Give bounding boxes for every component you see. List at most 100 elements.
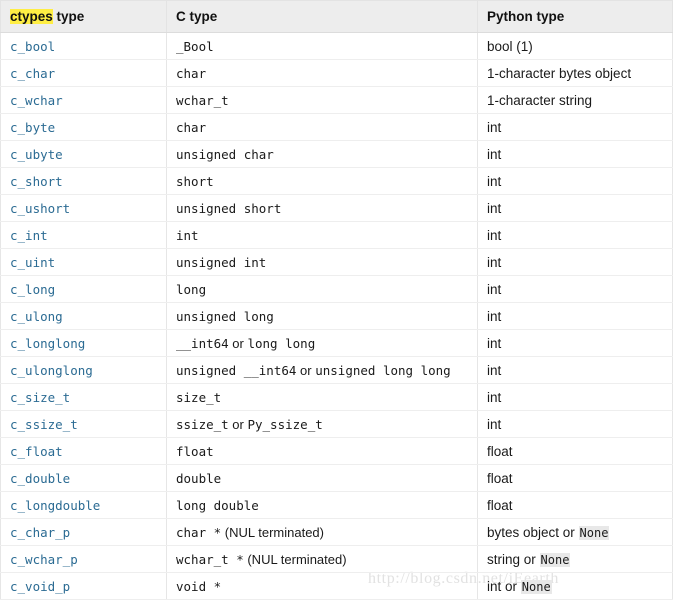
cell-ctypes-type: c_longdouble [0,491,167,519]
cell-python-type: int [477,356,673,384]
python-type-value: int [487,309,501,324]
ctypes-type-link[interactable]: c_long [10,282,55,297]
ctypes-type-link[interactable]: c_wchar [10,93,63,108]
python-type-fragment: int [487,119,502,135]
c-type-fragment: long [176,281,207,297]
cell-c-type: long double [166,491,478,519]
c-type-value: char [176,120,206,135]
c-type-fragment: unsigned char [176,146,274,162]
table-row: c_longlong __int64 or long long int [0,329,673,357]
cell-python-type: int [477,113,673,141]
python-type-fragment: bytes object or [487,524,579,540]
cell-ctypes-type: c_double [0,464,167,492]
c-type-value: long [176,282,206,297]
cell-ctypes-type: c_ubyte [0,140,167,168]
ctypes-type-link[interactable]: c_short [10,174,63,189]
cell-c-type: size_t [166,383,478,411]
ctypes-type-link[interactable]: c_size_t [10,390,70,405]
cell-c-type: unsigned long [166,302,478,330]
table-row: c_wchar wchar_t 1-character string [0,86,673,114]
cell-python-type: int [477,410,673,438]
cell-ctypes-type: c_ulong [0,302,167,330]
python-type-value: 1-character string [487,93,592,108]
ctypes-type-link[interactable]: c_float [10,444,63,459]
cell-python-type: int [477,275,673,303]
ctypes-type-link[interactable]: c_ssize_t [10,417,78,432]
cell-c-type: wchar_t [166,86,478,114]
c-type-fragment: unsigned int [176,254,267,270]
c-type-fragment: long double [176,497,259,513]
c-type-fragment: unsigned long long [315,362,451,378]
cell-ctypes-type: c_longlong [0,329,167,357]
c-type-fragment: double [176,470,222,486]
c-type-value: long double [176,498,259,513]
table-row: c_void_p void * int or None [0,572,673,600]
c-type-value: unsigned long [176,309,274,324]
cell-python-type: float [477,491,673,519]
python-type-value: float [487,444,513,459]
ctypes-type-link[interactable]: c_ubyte [10,147,63,162]
cell-c-type: unsigned short [166,194,478,222]
c-type-fragment: wchar_t [176,92,229,108]
ctypes-type-link[interactable]: c_uint [10,255,55,270]
ctypes-type-link[interactable]: c_double [10,471,70,486]
cell-python-type: int [477,194,673,222]
c-type-fragment: int [176,227,199,243]
c-type-fragment: unsigned long [176,308,274,324]
ctypes-type-link[interactable]: c_char [10,66,55,81]
c-type-value: wchar_t * (NUL terminated) [176,552,347,567]
python-type-value: int [487,120,501,135]
cell-ctypes-type: c_char [0,59,167,87]
ctypes-type-link[interactable]: c_char_p [10,525,70,540]
ctypes-type-link[interactable]: c_ushort [10,201,70,216]
c-type-fragment: (NUL terminated) [243,551,347,567]
table-row: c_wchar_p wchar_t * (NUL terminated) strin… [0,545,673,573]
ctypes-keyword-highlight: ctypes [10,9,53,24]
table-row: c_double double float [0,464,673,492]
table-row: c_ubyte unsigned char int [0,140,673,168]
cell-python-type: float [477,464,673,492]
python-type-fragment: int [487,281,502,297]
ctypes-type-link[interactable]: c_ulonglong [10,363,93,378]
table-row: c_float float float [0,437,673,465]
cell-c-type: int [166,221,478,249]
ctypes-type-link[interactable]: c_byte [10,120,55,135]
table-row: c_ulong unsigned long int [0,302,673,330]
cell-python-type: int [477,140,673,168]
python-type-fragment: int [487,173,502,189]
cell-ctypes-type: c_ushort [0,194,167,222]
python-type-value: bool (1) [487,39,533,54]
python-type-value: string or None [487,552,571,567]
ctypes-type-link[interactable]: c_void_p [10,579,70,594]
c-type-value: unsigned char [176,147,274,162]
python-type-fragment: int [487,227,502,243]
cell-python-type: int [477,167,673,195]
python-type-fragment: float [487,497,513,513]
cell-c-type: long [166,275,478,303]
ctypes-type-link[interactable]: c_longlong [10,336,85,351]
cell-python-type: int or None [477,572,673,600]
c-type-fragment: or [228,335,248,351]
c-type-value: char * (NUL terminated) [176,525,324,540]
python-type-fragment: int [487,146,502,162]
ctypes-type-link[interactable]: c_wchar_p [10,552,78,567]
column-header-python-type: Python type [477,0,673,33]
python-type-fragment: int [487,200,502,216]
ctypes-type-link[interactable]: c_int [10,228,48,243]
c-type-value: char [176,66,206,81]
table-header: ctypes type C type Python type [0,0,673,33]
python-type-value: int [487,147,501,162]
c-type-fragment: Py_ssize_t [247,416,323,432]
python-type-fragment: None [539,552,571,567]
c-type-fragment: wchar_t * [176,551,244,567]
cell-python-type: int [477,221,673,249]
cell-python-type: 1-character bytes object [477,59,673,87]
cell-c-type: short [166,167,478,195]
python-type-fragment: None [520,579,552,594]
ctypes-type-link[interactable]: c_bool [10,39,55,54]
ctypes-type-link[interactable]: c_longdouble [10,498,100,513]
c-type-fragment: void * [176,578,222,594]
ctypes-type-link[interactable]: c_ulong [10,309,63,324]
c-type-value: double [176,471,221,486]
cell-python-type: int [477,248,673,276]
